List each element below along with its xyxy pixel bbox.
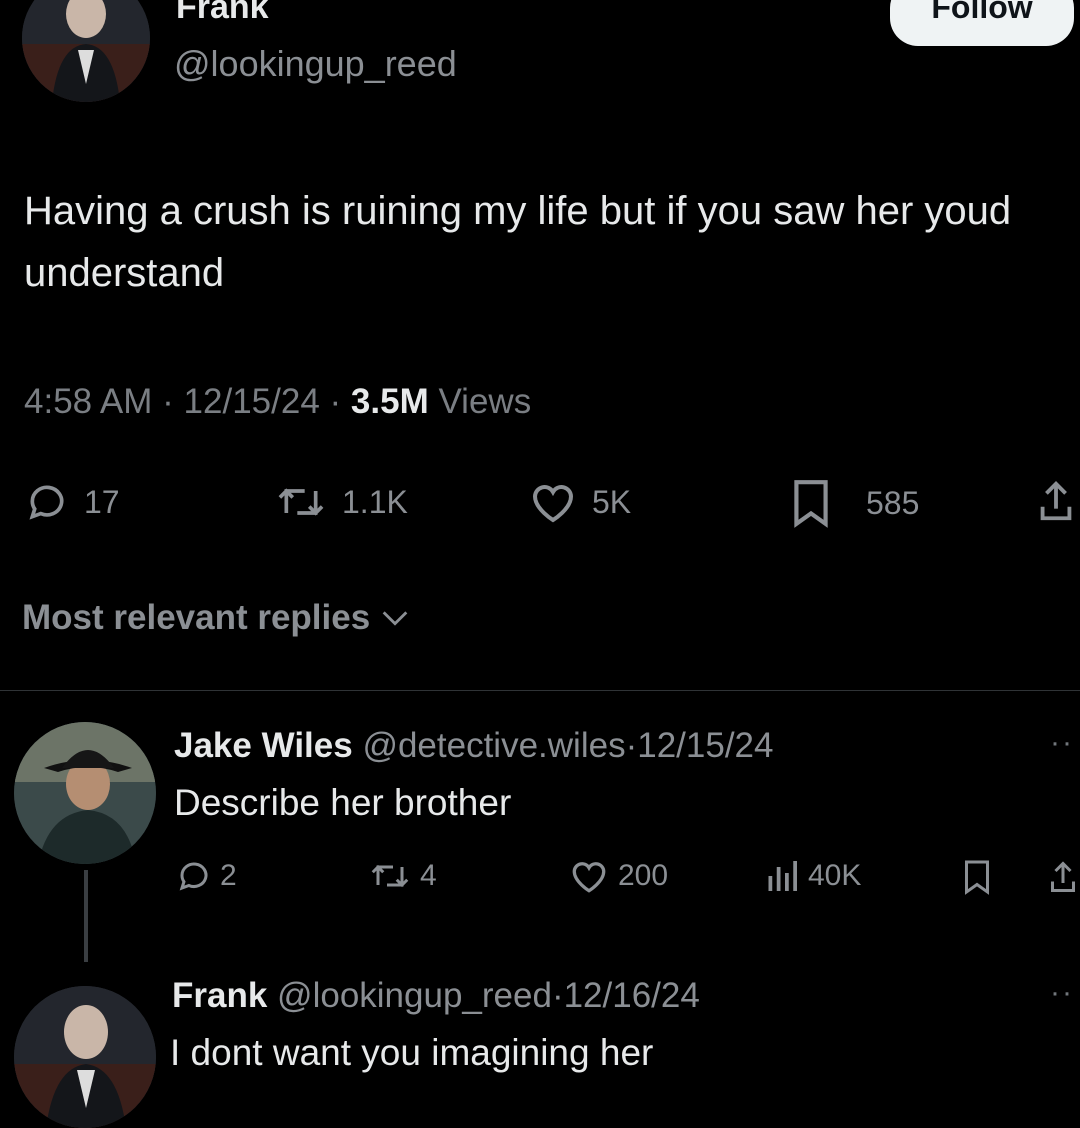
author-handle[interactable]: @lookingup_reed bbox=[174, 43, 457, 85]
reply-reply-button[interactable]: 2 bbox=[176, 858, 237, 894]
repost-icon bbox=[278, 488, 324, 516]
bookmark-button[interactable]: 585 bbox=[788, 478, 919, 528]
share-icon bbox=[1040, 481, 1072, 521]
repost-icon bbox=[371, 864, 409, 888]
reply-author-name[interactable]: Frank bbox=[172, 976, 267, 1015]
divider bbox=[0, 690, 1080, 691]
reply-repost-button[interactable]: 4 bbox=[368, 858, 437, 894]
reply-date[interactable]: 12/16/24 bbox=[564, 976, 700, 1015]
post-date[interactable]: 12/15/24 bbox=[184, 382, 320, 421]
reply-share-button[interactable] bbox=[1048, 858, 1078, 896]
share-icon bbox=[1051, 861, 1075, 892]
reply-text: I dont want you imagining her bbox=[170, 1032, 654, 1073]
reply-repost-count: 4 bbox=[420, 859, 437, 892]
meta-separator: · bbox=[162, 382, 174, 421]
author-name[interactable]: Frank bbox=[176, 0, 269, 27]
repost-count: 1.1K bbox=[342, 483, 408, 520]
views-label: Views bbox=[438, 382, 532, 421]
reply-bookmark-button[interactable] bbox=[962, 858, 992, 896]
views-count: 3.5M bbox=[350, 382, 429, 421]
bookmark-icon bbox=[794, 480, 828, 528]
sort-label: Most relevant replies bbox=[22, 598, 371, 637]
like-button[interactable]: 5K bbox=[528, 480, 631, 524]
meta-separator: · bbox=[329, 382, 342, 421]
reply-like-count: 200 bbox=[618, 859, 669, 892]
bookmark-count: 585 bbox=[866, 484, 920, 521]
reply-reply-count: 2 bbox=[220, 859, 237, 892]
post-meta: 4:58 AM · 12/15/24 · 3.5M Views bbox=[24, 382, 531, 422]
reply-like-button[interactable]: 200 bbox=[568, 858, 668, 894]
reply-text: Describe her brother bbox=[174, 782, 512, 823]
heart-icon bbox=[532, 485, 574, 523]
repost-button[interactable]: 1.1K bbox=[274, 480, 408, 524]
reply-author-handle[interactable]: @lookingup_reed bbox=[277, 976, 552, 1015]
reply-count: 17 bbox=[84, 483, 120, 520]
reply-author-handle[interactable]: @detective.wiles bbox=[362, 726, 625, 765]
more-icon[interactable]: ·· bbox=[1050, 976, 1074, 1010]
reply-date[interactable]: 12/15/24 bbox=[637, 726, 773, 765]
replies-sort[interactable]: Most relevant replies bbox=[22, 598, 412, 638]
post-text: Having a crush is ruining my life but if… bbox=[24, 189, 1012, 295]
meta-separator: · bbox=[551, 976, 564, 1015]
reply-avatar[interactable] bbox=[14, 986, 156, 1128]
thread-line bbox=[84, 870, 88, 962]
follow-button[interactable]: Follow bbox=[890, 0, 1074, 46]
reply-author-name[interactable]: Jake Wiles bbox=[174, 726, 353, 765]
share-button[interactable] bbox=[1036, 478, 1076, 524]
reply-header: Frank @lookingup_reed·12/16/24 bbox=[172, 976, 700, 1016]
heart-icon bbox=[572, 862, 606, 893]
bookmark-icon bbox=[965, 860, 989, 895]
reply-icon bbox=[29, 485, 64, 520]
more-icon[interactable]: ·· bbox=[1050, 726, 1074, 760]
views-icon bbox=[768, 861, 797, 891]
author-avatar[interactable] bbox=[22, 0, 150, 102]
reply-avatar[interactable] bbox=[14, 722, 156, 864]
reply-icon bbox=[179, 862, 208, 891]
reply-button[interactable]: 17 bbox=[24, 480, 120, 524]
like-count: 5K bbox=[592, 483, 632, 520]
post-time[interactable]: 4:58 AM bbox=[24, 382, 152, 421]
reply-views-button[interactable]: 40K bbox=[764, 858, 861, 894]
reply-views-count: 40K bbox=[808, 859, 862, 892]
reply-header: Jake Wiles @detective.wiles·12/15/24 bbox=[174, 726, 773, 766]
follow-button-label: Follow bbox=[931, 0, 1033, 25]
meta-separator: · bbox=[625, 726, 638, 765]
chevron-down-icon bbox=[382, 611, 408, 626]
